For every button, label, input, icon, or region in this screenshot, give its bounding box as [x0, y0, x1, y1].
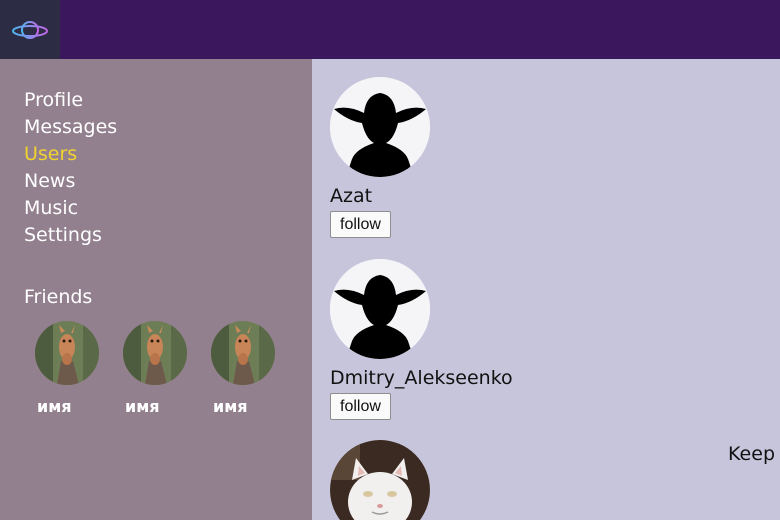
planet-icon — [12, 20, 48, 39]
user-name: Dmitry_Alekseenko — [330, 367, 513, 389]
user-name: Azat — [330, 185, 373, 207]
friend-name: имя — [37, 397, 72, 416]
nav-item-settings[interactable]: Settings — [24, 222, 117, 249]
logo[interactable] — [0, 0, 60, 59]
follow-button[interactable]: follow — [330, 393, 391, 420]
app-header — [0, 0, 780, 59]
user-item — [330, 440, 430, 520]
friend-name: имя — [125, 397, 160, 416]
friend-item[interactable]: имя — [35, 321, 99, 416]
nav-item-messages[interactable]: Messages — [24, 114, 117, 141]
friend-avatar — [35, 321, 99, 385]
users-list: Azat follow Dmitry_Alekseenko follow Kee… — [312, 59, 780, 520]
friend-avatar — [123, 321, 187, 385]
friend-avatar — [211, 321, 275, 385]
nav-item-music[interactable]: Music — [24, 195, 117, 222]
friend-item[interactable]: имя — [123, 321, 187, 416]
nav-item-users[interactable]: Users — [24, 141, 117, 168]
friends-title: Friends — [24, 286, 93, 308]
user-status: Keep — [728, 443, 775, 465]
nav-item-profile[interactable]: Profile — [24, 87, 117, 114]
user-avatar[interactable] — [330, 440, 430, 520]
user-avatar[interactable] — [330, 259, 430, 359]
sidebar: Profile Messages Users News Music Settin… — [0, 59, 312, 520]
friend-item[interactable]: имя — [211, 321, 275, 416]
follow-button[interactable]: follow — [330, 211, 391, 238]
nav-item-news[interactable]: News — [24, 168, 117, 195]
user-item: Dmitry_Alekseenko follow — [330, 259, 513, 420]
user-avatar[interactable] — [330, 77, 430, 177]
user-item: Azat follow — [330, 77, 430, 238]
friend-name: имя — [213, 397, 248, 416]
main-nav: Profile Messages Users News Music Settin… — [24, 87, 117, 249]
